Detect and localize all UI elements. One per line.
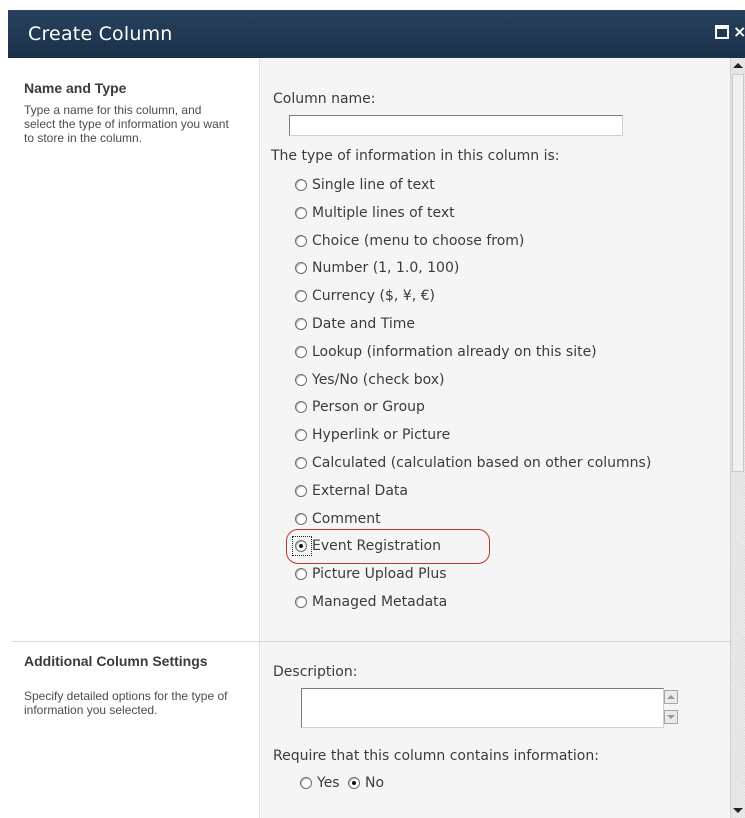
column-name-label: Column name: (273, 91, 376, 107)
column-type-label: Calculated (calculation based on other c… (312, 455, 652, 471)
column-type-label: Number (1, 1.0, 100) (312, 260, 460, 277)
name-type-heading: Name and Type (24, 80, 127, 96)
vertical-scrollbar[interactable] (730, 58, 745, 818)
description-textarea[interactable] (301, 688, 664, 728)
column-type-label: Lookup (information already on this site… (312, 343, 597, 360)
create-column-dialog: Create Column × Name and Type Type a nam… (8, 10, 745, 818)
column-name-input[interactable] (289, 115, 623, 136)
textarea-scroll-down-icon[interactable] (664, 710, 678, 724)
textarea-scroll-up-icon[interactable] (664, 690, 678, 704)
require-no-label: No (365, 775, 385, 791)
column-type-label: Currency ($, ¥, €) (312, 288, 435, 305)
dialog-title: Create Column (28, 23, 173, 45)
column-type-radio[interactable] (295, 512, 307, 525)
description-label: Description: (273, 664, 358, 680)
require-label: Require that this column contains inform… (273, 748, 599, 764)
column-type-radio[interactable] (295, 234, 307, 247)
column-type-label: Comment (312, 510, 381, 527)
require-yes-radio[interactable] (300, 777, 312, 789)
column-type-label: Managed Metadata (312, 594, 448, 610)
column-type-label: Multiple lines of text (312, 204, 455, 221)
close-icon[interactable]: × (733, 24, 745, 40)
column-type-label: Choice (menu to choose from) (312, 232, 525, 249)
column-type-radio[interactable] (295, 457, 307, 469)
column-type-label: Picture Upload Plus (312, 566, 447, 583)
column-type-label: Date and Time (312, 316, 415, 332)
column-type-label: External Data (312, 482, 408, 499)
column-type-label: Hyperlink or Picture (312, 427, 451, 444)
scrollbar-thumb[interactable] (732, 74, 744, 472)
column-type-radio[interactable] (295, 484, 307, 497)
selection-highlight-outline (286, 529, 490, 565)
additional-settings-description: Specify detailed options for the type of… (24, 689, 228, 717)
column-type-radio[interactable] (295, 596, 307, 608)
require-yes-label: Yes (317, 775, 340, 791)
column-type-radio[interactable] (295, 345, 307, 358)
type-label: The type of information in this column i… (271, 148, 560, 164)
name-type-description: Type a name for this column, and select … (24, 103, 229, 145)
column-type-label: Single line of text (312, 177, 435, 193)
require-no-radio[interactable] (348, 777, 360, 789)
column-type-label: Yes/No (check box) (312, 371, 445, 388)
dialog-titlebar: Create Column × (8, 10, 745, 58)
column-type-radio[interactable] (295, 373, 307, 386)
column-type-radio[interactable] (295, 206, 307, 219)
scroll-up-arrow-icon[interactable] (733, 63, 743, 68)
column-type-radio[interactable] (295, 318, 307, 330)
dialog-content: Name and Type Type a name for this colum… (8, 58, 745, 818)
additional-settings-heading: Additional Column Settings (24, 653, 208, 669)
scroll-down-arrow-icon[interactable] (733, 808, 743, 813)
column-type-label: Person or Group (312, 399, 425, 416)
column-type-radio[interactable] (295, 179, 307, 191)
maximize-icon[interactable] (715, 25, 729, 39)
section-divider (12, 641, 730, 642)
